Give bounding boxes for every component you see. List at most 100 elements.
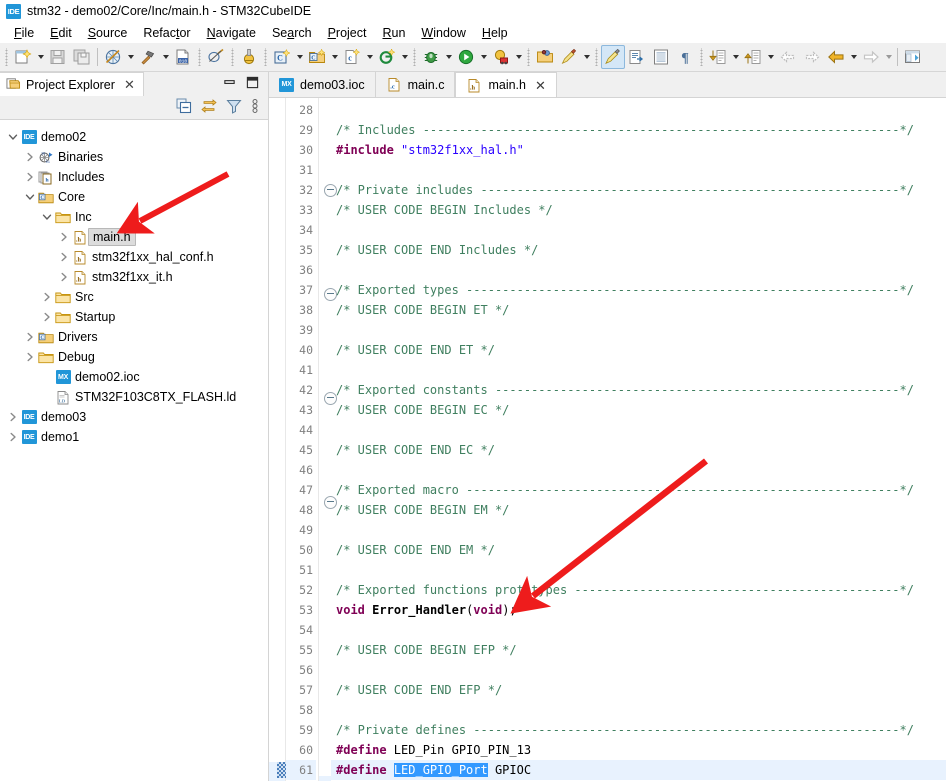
code-line[interactable]: /* Exported constants ------------------…: [331, 380, 946, 400]
toolbar-drag-handle[interactable]: [230, 48, 235, 66]
code-line[interactable]: /* Private defines ---------------------…: [331, 720, 946, 740]
new-c-folder-icon[interactable]: C: [305, 45, 329, 69]
save-all-icon[interactable]: [70, 45, 94, 69]
next-annotation-dropdown-arrow-icon[interactable]: [730, 46, 741, 68]
folding-marker-row[interactable]: [319, 308, 331, 328]
folding-marker-row[interactable]: [319, 576, 331, 596]
new-c-file-dropdown-arrow-icon[interactable]: [364, 46, 375, 68]
folding-marker-row[interactable]: [319, 596, 331, 616]
annotation-marker-row[interactable]: [269, 700, 285, 720]
menu-navigate[interactable]: Navigate: [199, 24, 264, 42]
editor-tab-main-c[interactable]: .c main.c: [375, 72, 456, 97]
folding-marker-row[interactable]: [319, 636, 331, 656]
run-last-dropdown-arrow-icon[interactable]: [513, 46, 524, 68]
annotation-marker-row[interactable]: [269, 340, 285, 360]
folding-marker-row[interactable]: [319, 392, 337, 412]
new-c-project-dropdown-arrow-icon[interactable]: [294, 46, 305, 68]
menu-source[interactable]: Source: [80, 24, 136, 42]
filter-icon[interactable]: [226, 98, 242, 117]
code-line[interactable]: [331, 620, 946, 640]
tree-item-src[interactable]: Src: [0, 287, 268, 307]
annotation-marker-row[interactable]: [269, 680, 285, 700]
code-line[interactable]: /* USER CODE END EC */: [331, 440, 946, 460]
project-tree[interactable]: IDE demo02 10 01 Binaries h Includes C Core Inc .h…: [0, 120, 268, 781]
folding-marker-row[interactable]: [319, 452, 331, 472]
code-line[interactable]: /* Includes ----------------------------…: [331, 120, 946, 140]
folding-ruler[interactable]: [319, 98, 337, 781]
annotation-marker-row[interactable]: [269, 520, 285, 540]
folding-marker-row[interactable]: [319, 656, 331, 676]
annotation-marker-row[interactable]: [269, 480, 285, 500]
code-editor[interactable]: 28 29 30 31 32 33 34 35 36 37 38 39 40 41 42 43 44 45 46 47…: [269, 98, 946, 781]
tree-item-demo02-ioc[interactable]: MX demo02.ioc: [0, 367, 268, 387]
annotation-marker-row[interactable]: [269, 762, 287, 781]
code-line[interactable]: #include "stm32f1xx_hal.h": [331, 140, 946, 160]
build-hammer-icon[interactable]: [136, 45, 160, 69]
code-line[interactable]: /* Private includes --------------------…: [331, 180, 946, 200]
editor-tab-close-icon[interactable]: ✕: [535, 79, 546, 92]
code-line[interactable]: /* USER CODE BEGIN EC */: [331, 400, 946, 420]
code-line[interactable]: [331, 320, 946, 340]
folding-marker-row[interactable]: [319, 556, 331, 576]
toggle-mark-occurrences-icon[interactable]: [601, 45, 625, 69]
folding-marker-row[interactable]: [319, 496, 337, 516]
toolbar-drag-handle[interactable]: [412, 48, 417, 66]
source-text[interactable]: /* Includes ----------------------------…: [331, 98, 946, 781]
folding-marker-row[interactable]: [319, 756, 331, 776]
code-line[interactable]: [331, 360, 946, 380]
tree-item-stm32f103c8tx-flash-ld[interactable]: LD STM32F103C8TX_FLASH.ld: [0, 387, 268, 407]
code-line[interactable]: /* USER CODE BEGIN EM */: [331, 500, 946, 520]
save-icon[interactable]: [46, 45, 70, 69]
run-last-icon[interactable]: [489, 45, 513, 69]
back-dim-icon[interactable]: [776, 45, 800, 69]
code-line[interactable]: /* Exported macro ----------------------…: [331, 480, 946, 500]
code-line[interactable]: #define LED_Pin GPIO_PIN_13: [331, 740, 946, 760]
chevron-right-icon[interactable]: [57, 252, 71, 262]
folding-marker-row[interactable]: [319, 204, 331, 224]
code-line[interactable]: [331, 700, 946, 720]
toolbar-drag-handle[interactable]: [4, 48, 9, 66]
binary-010-icon[interactable]: 010: [171, 45, 195, 69]
chevron-right-icon[interactable]: [23, 352, 37, 362]
annotation-marker-row[interactable]: [269, 200, 285, 220]
prev-annotation-dropdown-arrow-icon[interactable]: [765, 46, 776, 68]
folding-marker-row[interactable]: [319, 516, 331, 536]
show-whitespace-icon[interactable]: [625, 45, 649, 69]
folding-marker-row[interactable]: [319, 140, 331, 160]
code-line[interactable]: [331, 520, 946, 540]
folding-marker-row[interactable]: [319, 184, 337, 204]
folding-marker-row[interactable]: [319, 348, 331, 368]
annotation-gutter[interactable]: [269, 98, 287, 781]
folding-marker-row[interactable]: [319, 412, 331, 432]
annotation-marker-row[interactable]: [269, 540, 285, 560]
annotation-marker-row[interactable]: [269, 720, 285, 740]
tree-item-core[interactable]: C Core: [0, 187, 268, 207]
run-dropdown-arrow-icon[interactable]: [478, 46, 489, 68]
code-line[interactable]: #define LED_GPIO_Port GPIOC: [331, 760, 946, 780]
debug-bug-dropdown-arrow-icon[interactable]: [443, 46, 454, 68]
tree-item-main-h[interactable]: .h main.h: [0, 227, 268, 247]
new-class-icon[interactable]: [375, 45, 399, 69]
annotation-marker-row[interactable]: [269, 120, 285, 140]
pin-dropdown-arrow-icon[interactable]: [581, 46, 592, 68]
folding-marker-row[interactable]: [319, 736, 331, 756]
code-line[interactable]: [331, 100, 946, 120]
collapse-all-icon[interactable]: [176, 98, 192, 117]
forward-dim-icon[interactable]: [800, 45, 824, 69]
tab-project-explorer[interactable]: Project Explorer ✕: [0, 72, 144, 96]
annotation-marker-row[interactable]: [269, 740, 285, 760]
forward-gray-dropdown-arrow-icon[interactable]: [883, 46, 894, 68]
tree-item-demo03[interactable]: IDE demo03: [0, 407, 268, 427]
menu-project[interactable]: Project: [320, 24, 375, 42]
annotation-marker-row[interactable]: [269, 160, 285, 180]
folding-marker-row[interactable]: [319, 696, 331, 716]
annotation-marker-row[interactable]: [269, 500, 285, 520]
annotation-marker-row[interactable]: [269, 360, 285, 380]
folding-marker-row[interactable]: [319, 432, 331, 452]
debug-config-icon[interactable]: [237, 45, 261, 69]
folding-marker-row[interactable]: [319, 288, 337, 308]
clean-icon[interactable]: [204, 45, 228, 69]
annotation-marker-row[interactable]: [269, 140, 285, 160]
code-line[interactable]: /* Exported types ----------------------…: [331, 280, 946, 300]
code-line[interactable]: [331, 560, 946, 580]
